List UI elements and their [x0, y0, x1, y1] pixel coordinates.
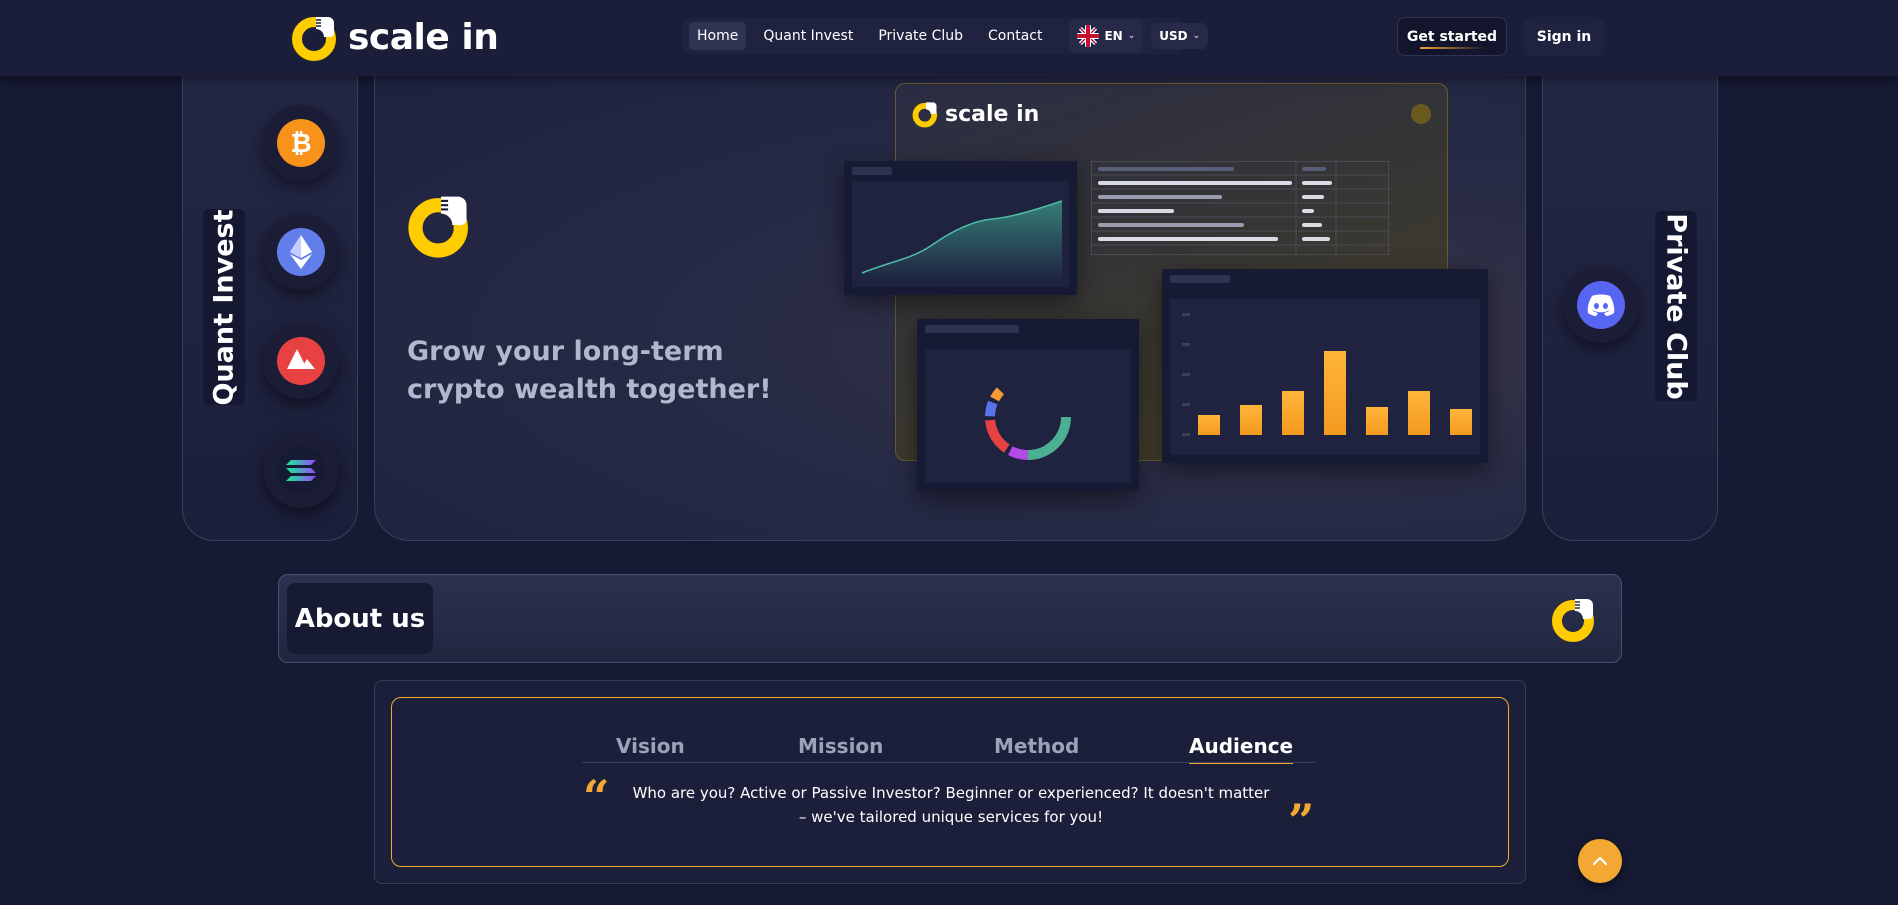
- tab-mission[interactable]: Mission: [798, 734, 883, 758]
- about-us-title: About us: [287, 583, 433, 654]
- top-navigation-bar: scale in Home Quant Invest Private Club …: [0, 0, 1898, 76]
- close-quote-icon: ”: [1288, 794, 1315, 848]
- tab-vision[interactable]: Vision: [616, 734, 685, 758]
- ethereum-icon: [277, 228, 325, 276]
- chevron-down-icon: ⌄: [1192, 31, 1201, 41]
- solana-coin[interactable]: [263, 432, 339, 508]
- language-selector[interactable]: EN ⌄: [1069, 19, 1144, 53]
- sign-in-label: Sign in: [1536, 28, 1592, 45]
- tab-audience[interactable]: Audience: [1189, 734, 1294, 764]
- about-us-banner: About us: [278, 574, 1622, 663]
- mockup-line-chart-panel: [844, 161, 1077, 295]
- tabs-divider: [582, 762, 1315, 763]
- bitcoin-icon: ₿: [277, 119, 325, 167]
- avalanche-icon: [277, 337, 325, 385]
- mockup-brand-name: scale in: [945, 101, 1040, 127]
- nav-link-contact[interactable]: Contact: [980, 22, 1050, 50]
- avalanche-coin[interactable]: [263, 323, 339, 399]
- mockup-brand: scale in: [912, 100, 1039, 128]
- get-started-label: Get started: [1406, 28, 1498, 45]
- sign-in-button[interactable]: Sign in: [1524, 17, 1604, 56]
- nav-link-private-club[interactable]: Private Club: [870, 22, 971, 50]
- private-club-tab[interactable]: Private Club: [1655, 211, 1697, 401]
- scale-in-logo-icon: [408, 196, 468, 258]
- language-code: EN: [1104, 29, 1123, 43]
- get-started-button[interactable]: Get started: [1397, 17, 1507, 56]
- currency-code: USD: [1159, 29, 1188, 43]
- scroll-to-top-button[interactable]: [1578, 839, 1622, 883]
- quant-invest-tab[interactable]: Quant Invest: [203, 209, 245, 405]
- mockup-bar-chart-panel: [1162, 269, 1488, 463]
- tab-method-label: Method: [994, 734, 1080, 758]
- mockup-status-dot: [1411, 104, 1431, 124]
- chevron-up-icon: [1592, 856, 1608, 866]
- bitcoin-coin[interactable]: ₿: [263, 105, 339, 181]
- quant-invest-card[interactable]: Quant Invest ₿: [182, 60, 358, 541]
- scale-in-logo-icon: [1552, 599, 1594, 642]
- chevron-down-icon: ⌄: [1127, 31, 1136, 41]
- mockup-donut-chart-panel: [917, 319, 1139, 491]
- discord-button[interactable]: [1563, 267, 1639, 343]
- about-tabs-card: Vision Mission Method Audience “ Who are…: [374, 680, 1526, 884]
- open-quote-icon: “: [583, 770, 610, 824]
- private-club-card[interactable]: Private Club: [1542, 60, 1718, 541]
- about-tabs-panel: Vision Mission Method Audience “ Who are…: [391, 697, 1509, 867]
- tab-method[interactable]: Method: [994, 734, 1079, 758]
- tab-mission-label: Mission: [798, 734, 884, 758]
- scale-in-logo-icon: [292, 17, 336, 61]
- uk-flag-icon: [1077, 25, 1100, 47]
- currency-selector[interactable]: USD ⌄: [1151, 23, 1209, 49]
- tab-audience-label: Audience: [1189, 734, 1294, 758]
- ethereum-coin[interactable]: [263, 214, 339, 290]
- tab-vision-label: Vision: [616, 734, 685, 758]
- button-underline: [1420, 47, 1486, 49]
- mockup-table: [1091, 161, 1390, 256]
- brand-name: scale in: [348, 16, 499, 58]
- hero-card: Grow your long-term crypto wealth togeth…: [374, 60, 1526, 541]
- discord-icon: [1577, 281, 1625, 329]
- brand-logo[interactable]: scale in: [292, 12, 499, 62]
- nav-link-quant-invest[interactable]: Quant Invest: [755, 22, 861, 50]
- nav-link-home[interactable]: Home: [689, 22, 747, 50]
- main-nav: Home Quant Invest Private Club Contact E…: [683, 18, 1209, 54]
- private-club-label: Private Club: [1660, 212, 1692, 400]
- solana-icon: [277, 446, 325, 494]
- audience-quote: Who are you? Active or Passive Investor?…: [632, 784, 1270, 826]
- scale-in-logo-icon: [912, 102, 938, 128]
- hero-headline: Grow your long-term crypto wealth togeth…: [407, 336, 772, 405]
- quant-invest-label: Quant Invest: [208, 208, 240, 406]
